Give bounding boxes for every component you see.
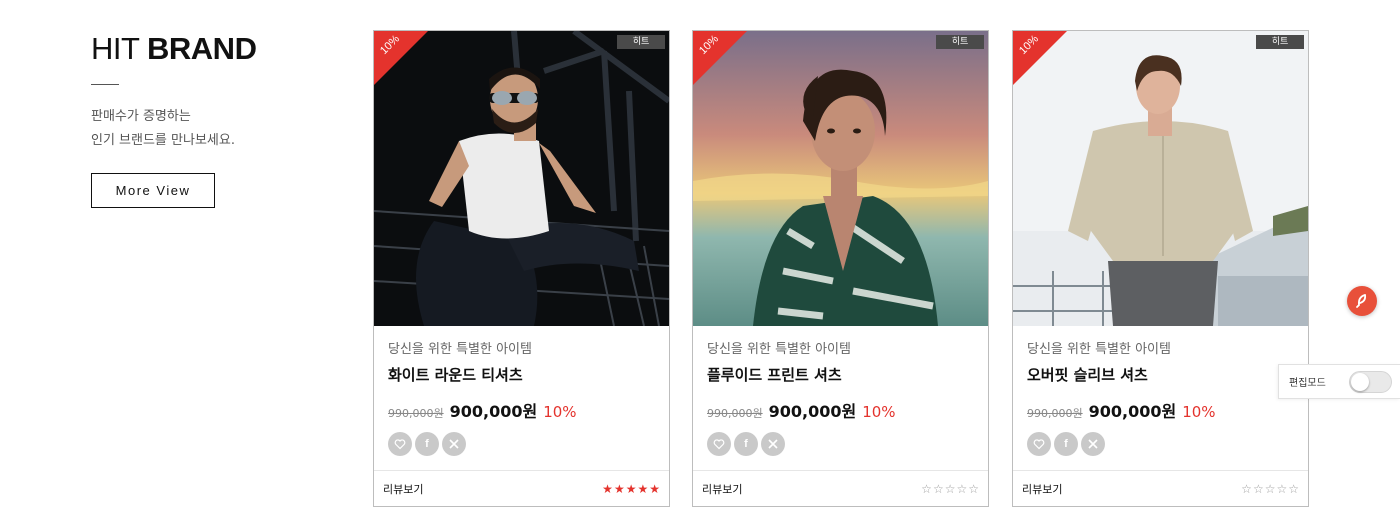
card-footer: 리뷰보기 ★ ★ ★ ★ ★: [374, 470, 669, 506]
star-filled-icon: ★: [613, 481, 625, 496]
intro-section: HIT BRAND 판매수가 증명하는 인기 브랜드를 만나보세요. More …: [91, 32, 331, 208]
star-filled-icon: ★: [637, 481, 649, 496]
product-card-1[interactable]: 10% 히트 당신을 위한 특별한 아이템 화이트 라운드 티셔츠 990,00…: [373, 30, 670, 507]
edit-mode-panel: 편집모드: [1278, 364, 1400, 399]
heart-icon[interactable]: [388, 432, 412, 456]
toggle-knob: [1351, 373, 1369, 391]
product-subtitle: 당신을 위한 특별한 아이템: [707, 342, 851, 357]
product-name[interactable]: 오버핏 슬리브 셔츠: [1027, 364, 1294, 386]
price-row: 990,000원 900,000원 10%: [388, 398, 655, 422]
original-price: 990,000원: [1027, 407, 1083, 420]
rating-stars: ☆ ☆ ☆ ☆ ☆: [1241, 483, 1299, 495]
price-row: 990,000원 900,000원 10%: [1027, 398, 1294, 422]
social-buttons: f: [388, 432, 655, 456]
star-empty-icon: ☆: [944, 481, 956, 496]
star-empty-icon: ☆: [956, 481, 968, 496]
star-empty-icon: ☆: [932, 481, 944, 496]
sale-price: 900,000원: [768, 402, 857, 421]
product-card-3[interactable]: 10% 히트 당신을 위한 특별한 아이템 오버핏 슬리브 셔츠 990,000…: [1012, 30, 1309, 507]
rating-stars: ★ ★ ★ ★ ★: [602, 483, 660, 495]
discount-ribbon: 10%: [693, 31, 747, 85]
edit-mode-label: 편집모드: [1289, 378, 1326, 389]
hit-badge: 히트: [936, 35, 984, 49]
original-price: 990,000원: [388, 407, 444, 420]
review-link[interactable]: 리뷰보기: [383, 481, 423, 497]
description-line-1: 판매수가 증명하는: [91, 109, 191, 124]
star-empty-icon: ☆: [1276, 481, 1288, 496]
section-title: HIT BRAND: [91, 32, 331, 66]
sale-price: 900,000원: [449, 402, 538, 421]
product-name[interactable]: 플루이드 프린트 셔츠: [707, 364, 974, 386]
product-subtitle: 당신을 위한 특별한 아이템: [388, 342, 532, 357]
edit-mode-toggle[interactable]: [1349, 371, 1392, 393]
product-image[interactable]: 10% 히트: [693, 31, 988, 326]
rating-stars: ☆ ☆ ☆ ☆ ☆: [921, 483, 979, 495]
star-empty-icon: ☆: [1264, 481, 1276, 496]
product-info: 당신을 위한 특별한 아이템 화이트 라운드 티셔츠 990,000원 900,…: [374, 326, 669, 456]
product-image[interactable]: 10% 히트: [374, 31, 669, 326]
more-view-button[interactable]: More View: [91, 173, 215, 208]
original-price: 990,000원: [707, 407, 763, 420]
heart-icon[interactable]: [707, 432, 731, 456]
social-buttons: f: [707, 432, 974, 456]
feather-icon: [1356, 294, 1367, 308]
discount-rate: 10%: [1182, 403, 1216, 421]
section-description: 판매수가 증명하는 인기 브랜드를 만나보세요.: [91, 105, 331, 153]
price-row: 990,000원 900,000원 10%: [707, 398, 974, 422]
x-icon[interactable]: [1081, 432, 1105, 456]
title-divider: [91, 84, 119, 85]
review-link[interactable]: 리뷰보기: [702, 481, 742, 497]
star-empty-icon: ☆: [1288, 481, 1299, 496]
facebook-icon[interactable]: f: [734, 432, 758, 456]
product-image[interactable]: 10% 히트: [1013, 31, 1308, 326]
discount-rate: 10%: [862, 403, 896, 421]
discount-ribbon: 10%: [1013, 31, 1067, 85]
facebook-icon[interactable]: f: [415, 432, 439, 456]
hit-badge: 히트: [1256, 35, 1304, 49]
star-empty-icon: ☆: [968, 481, 979, 496]
title-bold: BRAND: [147, 31, 257, 66]
description-line-2: 인기 브랜드를 만나보세요.: [91, 133, 235, 148]
star-empty-icon: ☆: [1241, 481, 1252, 496]
star-filled-icon: ★: [625, 481, 637, 496]
discount-rate: 10%: [543, 403, 577, 421]
star-filled-icon: ★: [649, 481, 660, 496]
product-info: 당신을 위한 특별한 아이템 플루이드 프린트 셔츠 990,000원 900,…: [693, 326, 988, 456]
heart-icon[interactable]: [1027, 432, 1051, 456]
facebook-icon[interactable]: f: [1054, 432, 1078, 456]
product-name[interactable]: 화이트 라운드 티셔츠: [388, 364, 655, 386]
title-light: HIT: [91, 31, 139, 66]
x-icon[interactable]: [442, 432, 466, 456]
hit-badge: 히트: [617, 35, 665, 49]
product-subtitle: 당신을 위한 특별한 아이템: [1027, 342, 1171, 357]
product-card-2[interactable]: 10% 히트 당신을 위한 특별한 아이템 플루이드 프린트 셔츠 990,00…: [692, 30, 989, 507]
card-footer: 리뷰보기 ☆ ☆ ☆ ☆ ☆: [1013, 470, 1308, 506]
social-buttons: f: [1027, 432, 1294, 456]
star-filled-icon: ★: [602, 481, 613, 496]
floating-action-button[interactable]: [1347, 286, 1377, 316]
x-icon[interactable]: [761, 432, 785, 456]
review-link[interactable]: 리뷰보기: [1022, 481, 1062, 497]
star-empty-icon: ☆: [921, 481, 932, 496]
product-info: 당신을 위한 특별한 아이템 오버핏 슬리브 셔츠 990,000원 900,0…: [1013, 326, 1308, 456]
card-footer: 리뷰보기 ☆ ☆ ☆ ☆ ☆: [693, 470, 988, 506]
discount-ribbon: 10%: [374, 31, 428, 85]
sale-price: 900,000원: [1088, 402, 1177, 421]
star-empty-icon: ☆: [1252, 481, 1264, 496]
